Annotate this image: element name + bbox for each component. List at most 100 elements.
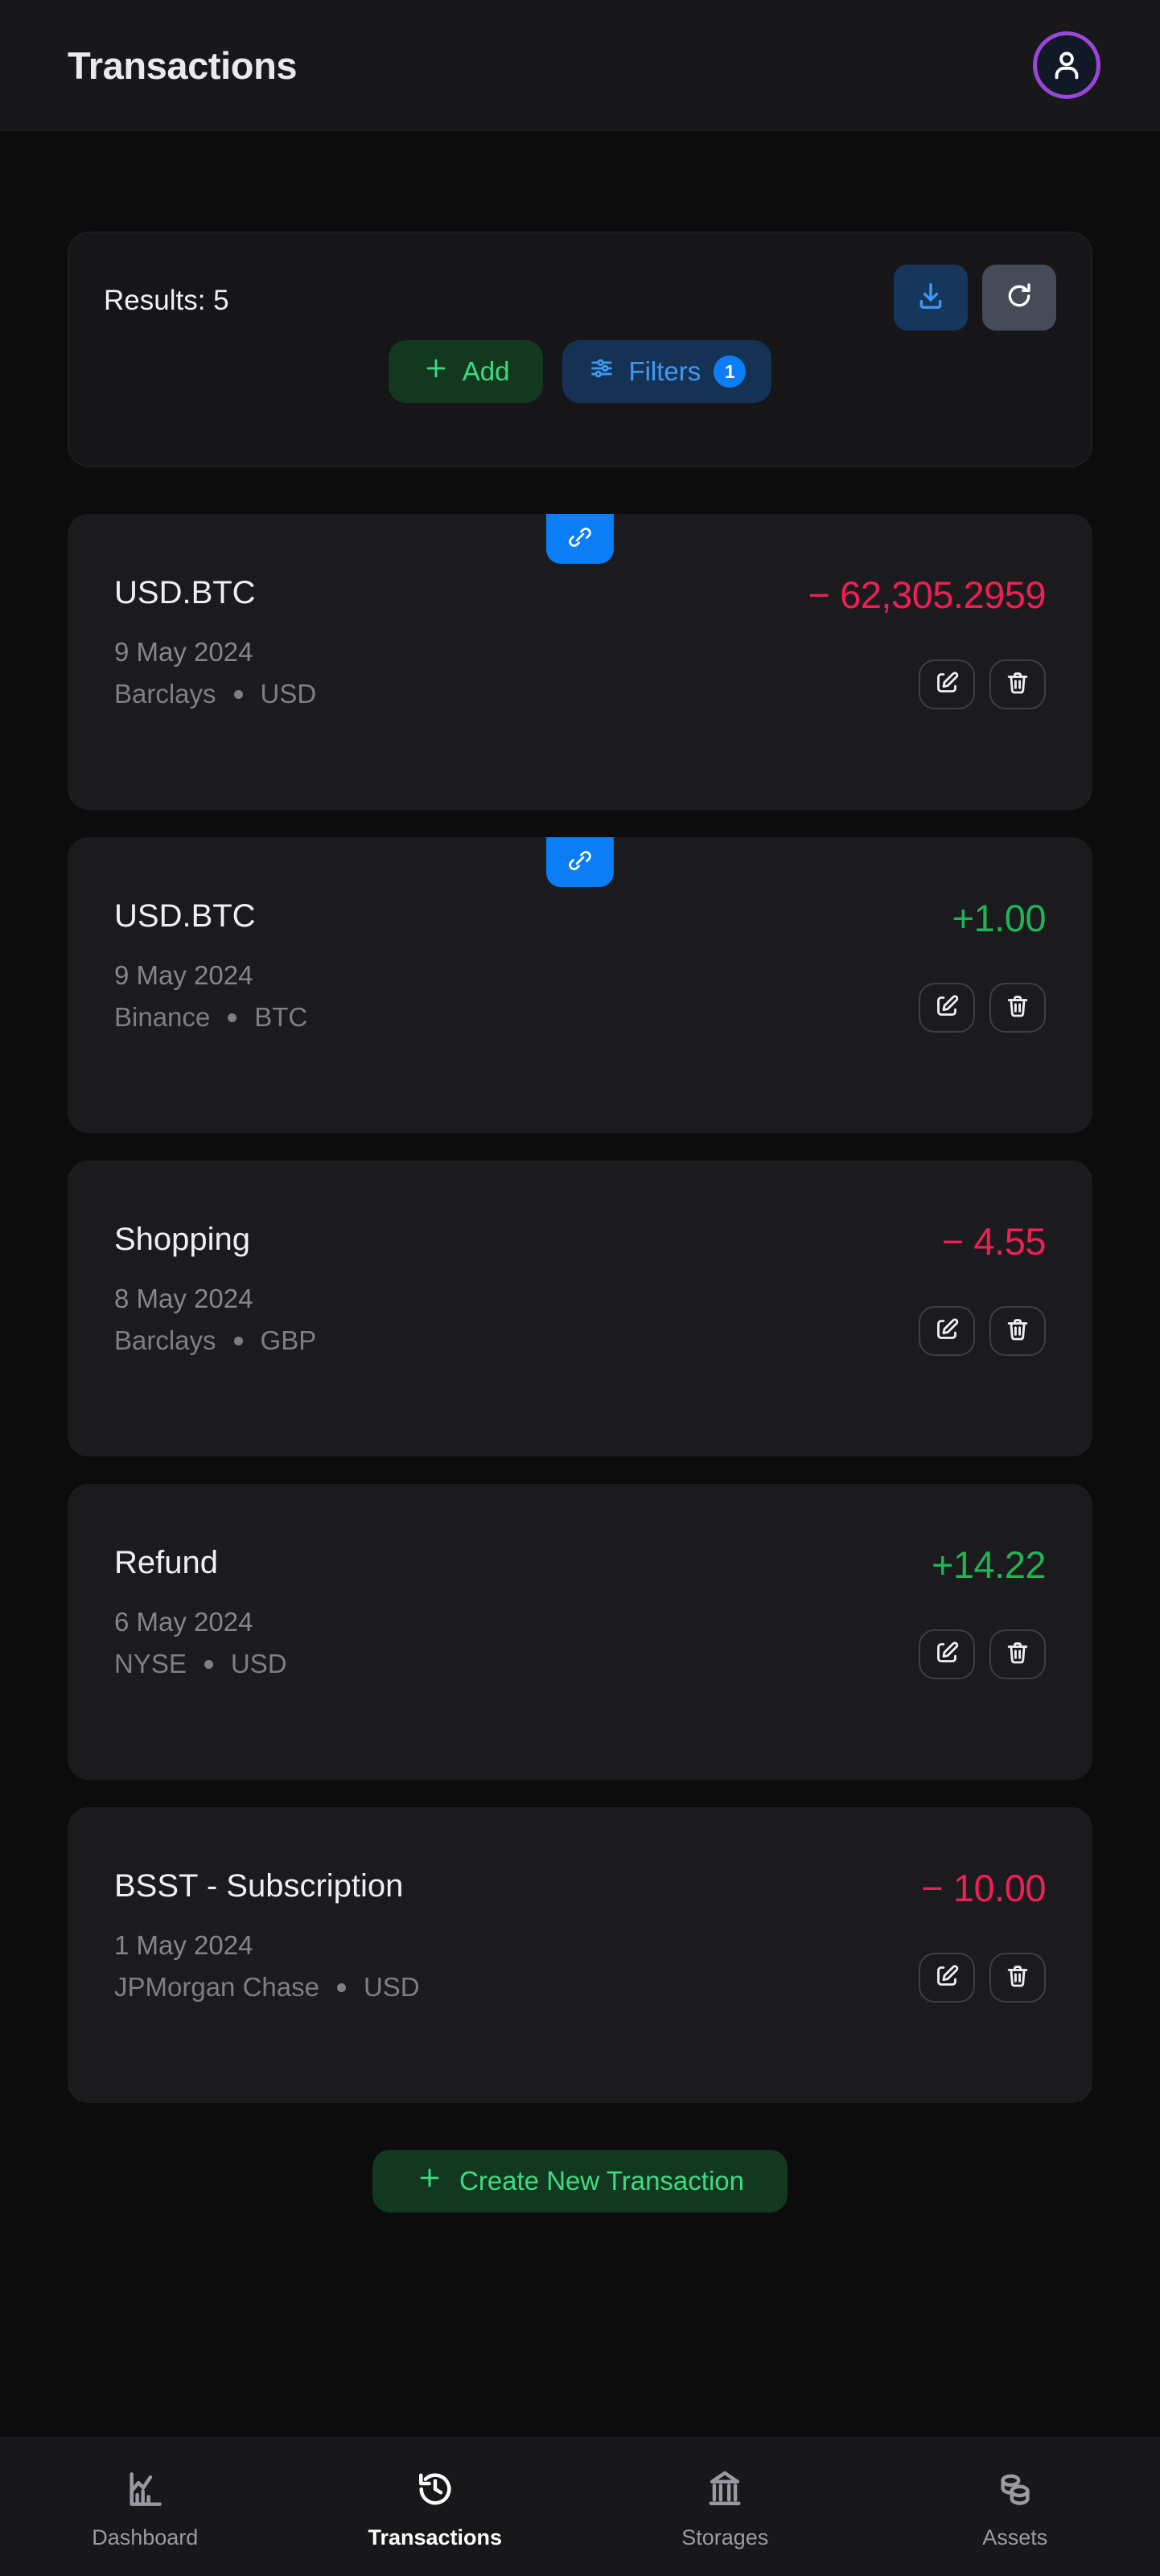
transaction-date: 8 May 2024 [114,1284,253,1314]
transaction-currency: USD [260,679,317,709]
delete-transaction-button[interactable] [989,983,1046,1033]
transaction-currency: BTC [254,1002,308,1033]
transaction-source: Binance BTC [114,1002,307,1033]
trash-icon [1003,1315,1032,1348]
bottom-navigation: Dashboard Transactions Storages Assets [0,2437,1160,2576]
transaction-storage: Barclays [114,1325,216,1356]
refresh-icon [1003,280,1035,316]
transaction-storage: Binance [114,1002,211,1033]
transaction-amount: +14.22 [931,1543,1047,1586]
edit-pencil-icon [932,1962,961,1995]
transaction-amount: − 10.00 [921,1867,1046,1909]
transaction-title: USD.BTC [114,575,256,610]
user-avatar-icon [1048,47,1085,84]
transaction-card[interactable]: USD.BTC +1.00 9 May 2024 Binance BTC [68,837,1092,1133]
transaction-card[interactable]: Refund +14.22 6 May 2024 NYSE USD [68,1484,1092,1780]
coins-icon [993,2464,1038,2514]
nav-item-transactions[interactable]: Transactions [290,2464,581,2550]
transaction-date: 9 May 2024 [114,637,253,668]
history-icon [413,2464,458,2514]
create-transaction-wrap: Create New Transaction [68,2150,1092,2212]
page-title: Transactions [68,43,298,87]
delete-transaction-button[interactable] [989,1306,1046,1357]
page-body: Results: 5 Add Filters 1 USD.BTC − 62,30… [0,131,1160,2437]
link-icon [566,524,594,555]
results-toolbar: Results: 5 Add Filters 1 [68,232,1092,467]
download-button[interactable] [894,265,968,331]
transaction-title: USD.BTC [114,898,256,934]
nav-item-label: Dashboard [92,2525,199,2549]
transaction-source: Barclays USD [114,679,316,709]
separator-dot [233,689,243,699]
edit-pencil-icon [932,992,961,1025]
filters-button-label: Filters [628,356,701,386]
filters-count-badge: 1 [714,355,747,388]
delete-transaction-button[interactable] [989,1629,1046,1680]
transaction-source: NYSE USD [114,1649,287,1679]
transaction-currency: USD [230,1649,287,1679]
separator-dot [228,1013,237,1022]
transaction-amount: − 62,305.2959 [808,573,1047,616]
refresh-button[interactable] [982,265,1056,331]
transaction-currency: GBP [260,1325,317,1356]
filters-button[interactable]: Filters 1 [562,340,772,403]
transaction-date: 1 May 2024 [114,1930,253,1961]
add-button-label: Add [462,356,510,386]
transaction-card[interactable]: BSST - Subscription − 10.00 1 May 2024 JPMo… [68,1807,1092,2103]
transaction-title: BSST - Subscription [114,1868,404,1904]
separator-dot [336,1982,346,1992]
edit-pencil-icon [932,668,961,701]
edit-transaction-button[interactable] [919,1306,975,1357]
edit-transaction-button[interactable] [919,659,975,710]
transaction-storage: Barclays [114,679,216,709]
transaction-card[interactable]: Shopping − 4.55 8 May 2024 Barclays GBP [68,1161,1092,1456]
transaction-title: Shopping [114,1222,251,1257]
bank-icon [702,2464,747,2514]
app-header: Transactions [0,0,1160,131]
plus-icon [416,2164,443,2198]
nav-item-label: Transactions [368,2525,503,2549]
edit-transaction-button[interactable] [919,1629,975,1680]
results-count: Results: 5 [104,285,229,316]
avatar[interactable] [1033,31,1100,99]
transaction-storage: NYSE [114,1649,187,1679]
nav-item-label: Assets [982,2525,1048,2549]
linked-transaction-badge[interactable] [546,514,614,564]
edit-transaction-button[interactable] [919,1953,975,2003]
add-button[interactable]: Add [388,340,544,403]
delete-transaction-button[interactable] [989,1953,1046,2003]
trash-icon [1003,1962,1032,1995]
link-icon [566,847,594,878]
delete-transaction-button[interactable] [989,659,1046,710]
nav-item-assets[interactable]: Assets [870,2464,1160,2550]
edit-transaction-button[interactable] [919,983,975,1033]
app-screen: Transactions Results: 5 Add Filters 1 US… [0,0,1160,2576]
transaction-title: Refund [114,1545,218,1580]
trash-icon [1003,668,1032,701]
edit-pencil-icon [932,1638,961,1671]
transaction-date: 9 May 2024 [114,960,253,991]
nav-item-storages[interactable]: Storages [580,2464,870,2550]
create-new-transaction-label: Create New Transaction [459,2166,744,2196]
transaction-amount: +1.00 [952,897,1047,939]
nav-item-label: Storages [681,2525,769,2549]
separator-dot [233,1336,243,1346]
transaction-amount: − 4.55 [942,1220,1046,1263]
download-icon [915,280,947,316]
transaction-source: JPMorgan Chase USD [114,1972,420,2003]
plus-icon [422,355,450,388]
trash-icon [1003,1638,1032,1671]
sliders-icon [588,355,615,388]
transaction-list: USD.BTC − 62,305.2959 9 May 2024 Barclays US… [68,514,1092,2103]
create-new-transaction-button[interactable]: Create New Transaction [372,2150,788,2212]
nav-item-dashboard[interactable]: Dashboard [0,2464,290,2550]
transaction-card[interactable]: USD.BTC − 62,305.2959 9 May 2024 Barclays US… [68,514,1092,810]
edit-pencil-icon [932,1315,961,1348]
transaction-source: Barclays GBP [114,1325,316,1356]
transaction-currency: USD [363,1972,420,2003]
separator-dot [204,1659,213,1669]
linked-transaction-badge[interactable] [546,837,614,887]
transaction-date: 6 May 2024 [114,1607,253,1637]
transaction-storage: JPMorgan Chase [114,1972,319,2003]
chart-icon [122,2464,167,2514]
